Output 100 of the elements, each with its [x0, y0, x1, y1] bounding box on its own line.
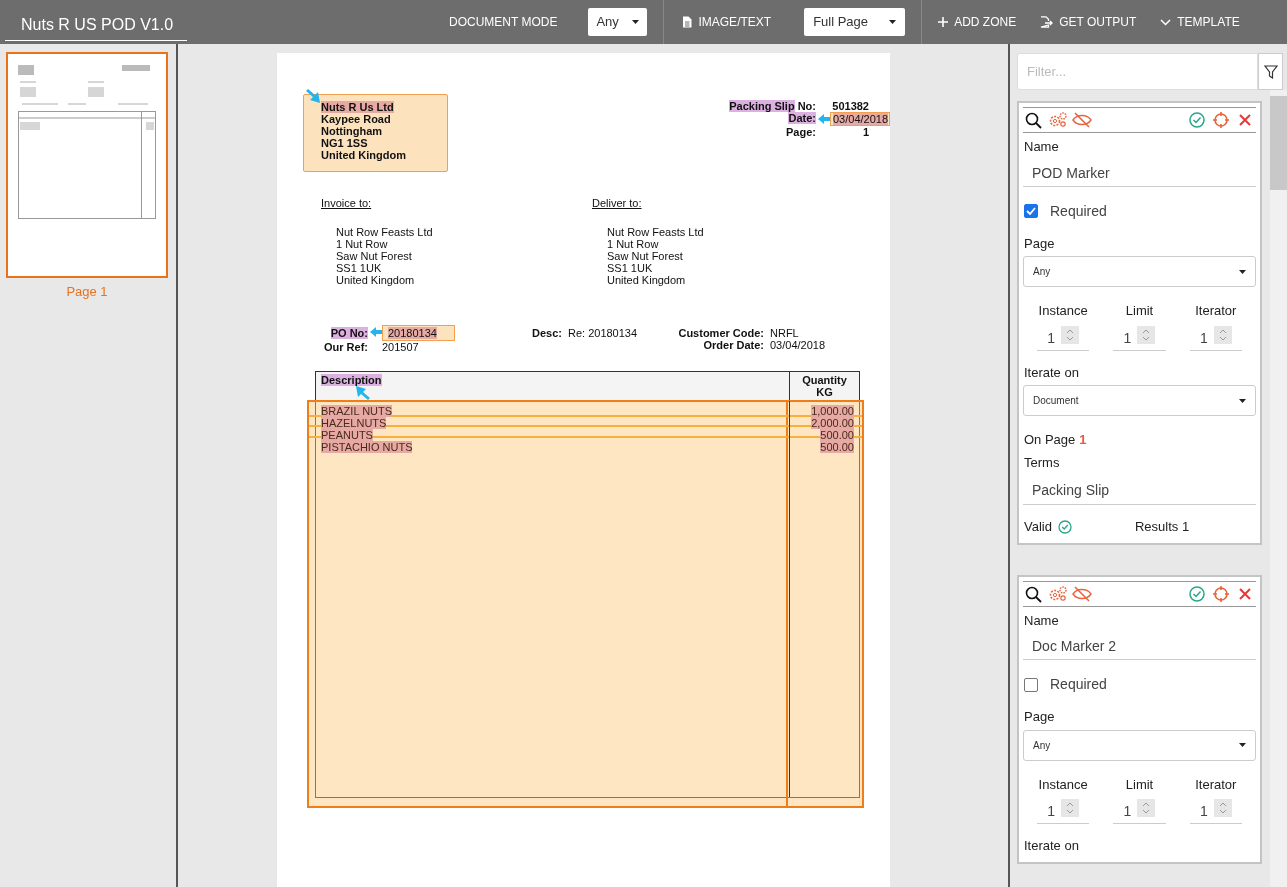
- spinner-icon: [1137, 799, 1156, 817]
- number-field[interactable]: 1: [1037, 325, 1090, 351]
- locate-button[interactable]: [1211, 111, 1231, 129]
- address-line: Nut Row Feasts Ltd: [336, 226, 433, 238]
- locate-button[interactable]: [1211, 584, 1231, 603]
- address-heading: Deliver to:: [592, 197, 642, 209]
- address-heading: Invoice to:: [321, 197, 372, 209]
- number-field[interactable]: 1: [1189, 325, 1242, 351]
- address-line: United Kingdom: [607, 274, 686, 286]
- chevron-down-icon: [1160, 18, 1172, 26]
- address-line: SS1 1UK: [336, 262, 382, 274]
- field-label: Page: [1024, 234, 1056, 253]
- page-dropdown[interactable]: Any: [1023, 256, 1256, 287]
- caret-icon: [1239, 269, 1246, 274]
- document-text: 1: [862, 126, 869, 138]
- document-text: Our Ref:: [324, 341, 368, 353]
- name-field[interactable]: POD Marker: [1023, 159, 1256, 187]
- address-line: 1 Nut Row: [607, 238, 659, 250]
- document-text: Description: [321, 374, 382, 386]
- view-dropdown[interactable]: Full Page: [804, 8, 906, 36]
- document-text: NG1 1SS: [321, 137, 368, 149]
- app-title: Nuts R US POD V1.0: [5, 3, 187, 41]
- field-label: Valid: [1024, 518, 1052, 536]
- hide-icon: [1072, 584, 1092, 603]
- document-text: Kaypee Road: [321, 113, 391, 125]
- toolbar-button[interactable]: GET OUTPUT: [1040, 13, 1137, 31]
- toolbar-button[interactable]: ADD ZONE: [938, 13, 1017, 31]
- document-mode-dropdown[interactable]: Any: [588, 8, 648, 36]
- document-text: 20180134: [388, 327, 437, 339]
- document-text: 500.00: [820, 441, 854, 453]
- document-text: PISTACHIO NUTS: [321, 441, 413, 453]
- terms-field[interactable]: Packing Slip: [1023, 475, 1256, 505]
- spinner-icon: [1213, 325, 1232, 344]
- number-field[interactable]: 1: [1189, 799, 1242, 824]
- document-text: 1,000.00: [811, 405, 854, 417]
- document-text: 501382: [832, 100, 869, 112]
- page-thumbnail[interactable]: [6, 52, 168, 278]
- required-checkbox[interactable]: [1024, 677, 1038, 692]
- image-text-button[interactable]: IMAGE/TEXT: [682, 13, 772, 31]
- document-text: PEANUTS: [321, 429, 373, 441]
- document-text: Quantity KG: [802, 374, 847, 398]
- plus-icon: [938, 17, 949, 27]
- pointer-arrow: [370, 327, 382, 337]
- confirm-button[interactable]: [1187, 111, 1207, 129]
- hide-button[interactable]: [1072, 584, 1092, 603]
- field-label: Iterate on: [1024, 363, 1080, 382]
- field-label: Instance: [1037, 775, 1089, 794]
- document-text: 03/04/2018: [833, 113, 889, 125]
- caret-icon: [632, 20, 640, 24]
- scrollbar-thumb[interactable]: [1270, 96, 1287, 190]
- required-checkbox[interactable]: [1024, 204, 1038, 218]
- pointer-arrow: [306, 89, 320, 103]
- field-label: Iterator: [1194, 775, 1238, 794]
- address-line: United Kingdom: [336, 274, 415, 286]
- document-text: Nuts R Us Ltd: [321, 101, 394, 113]
- search-button[interactable]: [1024, 111, 1044, 129]
- confirm-icon: [1187, 111, 1207, 129]
- document-text: United Kingdom: [321, 149, 406, 161]
- document-text: 201507: [382, 341, 419, 353]
- filter-field[interactable]: Filter...: [1017, 53, 1258, 90]
- scrollbar[interactable]: [1270, 90, 1287, 887]
- checkbox-label: Required: [1050, 675, 1107, 694]
- page-number: 1: [1079, 431, 1087, 449]
- page-dropdown[interactable]: Any: [1023, 729, 1256, 761]
- toolbar-button[interactable]: TEMPLATE: [1160, 13, 1240, 31]
- locate-icon: [1211, 584, 1231, 603]
- address-line: Nut Row Feasts Ltd: [607, 226, 704, 238]
- document-text: Desc:: [532, 327, 562, 339]
- document-text: Re: 20180134: [567, 327, 638, 339]
- settings-icon: [1048, 584, 1068, 603]
- document-text: BRAZIL NUTS: [321, 405, 393, 417]
- iterate-dropdown[interactable]: Document: [1023, 385, 1256, 416]
- caret-icon: [889, 20, 897, 24]
- document-text: 03/04/2018: [770, 339, 827, 351]
- field-label: Name: [1024, 611, 1060, 630]
- search-button[interactable]: [1024, 584, 1044, 603]
- field-label: Iterator: [1194, 302, 1238, 320]
- number-field[interactable]: 1: [1037, 799, 1090, 824]
- address-line: Saw Nut Forest: [336, 250, 412, 262]
- checkbox-label: Required: [1050, 201, 1107, 221]
- confirm-button[interactable]: [1187, 584, 1207, 603]
- address-line: SS1 1UK: [607, 262, 653, 274]
- document-text: Page:: [786, 126, 816, 138]
- field-label: Limit: [1124, 775, 1155, 794]
- number-field[interactable]: 1: [1113, 325, 1166, 351]
- filter-icon: [1263, 64, 1278, 79]
- pointer-arrow: [356, 386, 370, 400]
- document-text: No:: [797, 100, 816, 112]
- document-text: Order Date:: [702, 339, 764, 351]
- document-text: Packing Slip: [729, 100, 795, 112]
- name-field[interactable]: Doc Marker 2: [1023, 633, 1256, 660]
- field-label: Name: [1024, 138, 1060, 156]
- number-field[interactable]: 1: [1113, 799, 1166, 824]
- hide-button[interactable]: [1072, 111, 1092, 129]
- search-icon: [1024, 111, 1044, 129]
- field-label: On Page: [1024, 431, 1076, 449]
- settings-icon: [1048, 111, 1068, 129]
- search-icon: [1024, 584, 1044, 603]
- filter-button[interactable]: [1258, 53, 1283, 90]
- field-label: Iterate on: [1024, 837, 1080, 855]
